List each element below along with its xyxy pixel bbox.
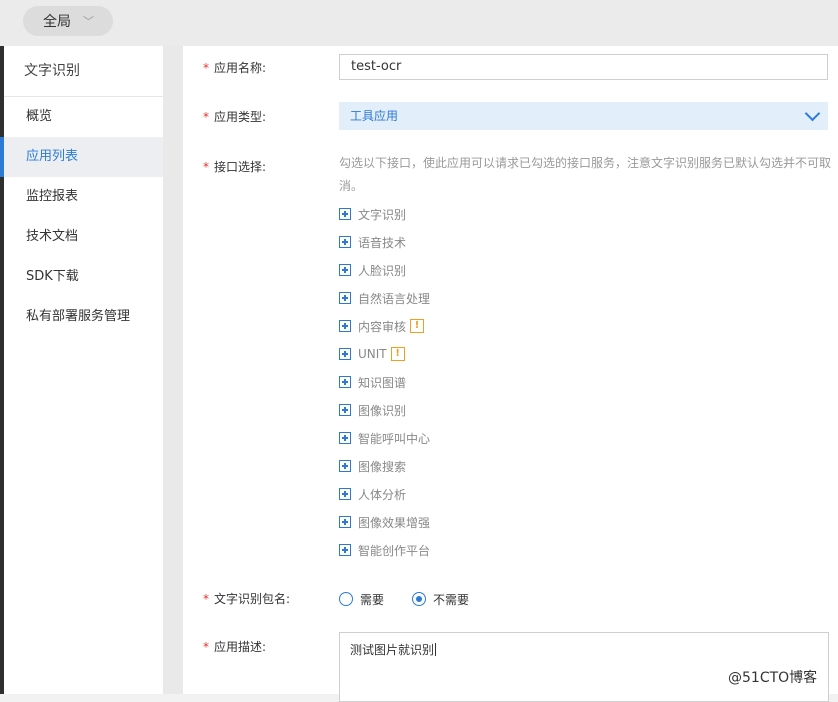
expand-plus-icon[interactable] <box>339 432 351 444</box>
top-bar: 全局 ﹀ <box>0 0 838 46</box>
text-caret <box>435 643 437 656</box>
api-item[interactable]: 图像识别 <box>339 402 406 418</box>
api-item[interactable]: 图像效果增强 <box>339 514 430 530</box>
api-item[interactable]: UNIT! <box>339 346 405 362</box>
required-mark: * <box>203 110 209 124</box>
description-value: 测试图片就识别 <box>350 643 435 657</box>
app-type-select[interactable]: 工具应用 <box>339 102 828 130</box>
app-type-value: 工具应用 <box>350 109 399 123</box>
expand-plus-icon[interactable] <box>339 348 351 360</box>
expand-plus-icon[interactable] <box>339 292 351 304</box>
sidebar-item-private-deploy[interactable]: 私有部署服务管理 <box>4 297 163 337</box>
required-mark: * <box>203 592 209 606</box>
radio-icon[interactable] <box>339 592 353 606</box>
sidebar-item-monitor[interactable]: 监控报表 <box>4 177 163 217</box>
api-select-hint: 勾选以下接口，使此应用可以请求已勾选的接口服务，注意文字识别服务已默认勾选并不可… <box>339 156 832 193</box>
chevron-down-icon: ﹀ <box>83 15 94 28</box>
warning-icon: ! <box>390 347 405 361</box>
watermark: @51CTO博客 <box>728 670 818 686</box>
scope-label: 全局 <box>43 14 71 30</box>
radio-checked-icon[interactable] <box>412 592 426 606</box>
required-mark: * <box>203 61 209 75</box>
sidebar-item-overview[interactable]: 概览 <box>4 97 163 137</box>
api-item[interactable]: 内容审核! <box>339 318 425 334</box>
expand-plus-icon[interactable] <box>339 460 351 472</box>
expand-plus-icon[interactable] <box>339 516 351 528</box>
sidebar-item-sdk[interactable]: SDK下载 <box>4 257 163 297</box>
api-item[interactable]: 智能创作平台 <box>339 542 430 558</box>
description-label: * 应用描述: <box>203 640 267 654</box>
app-name-label: * 应用名称: <box>203 61 267 75</box>
app-type-label: * 应用类型: <box>203 110 267 124</box>
expand-plus-icon[interactable] <box>339 376 351 388</box>
api-item[interactable]: 知识图谱 <box>339 374 406 390</box>
api-item[interactable]: 图像搜索 <box>339 458 406 474</box>
expand-plus-icon[interactable] <box>339 208 351 220</box>
app-form: * 应用名称: test-ocr * 应用类型: 工具应用 * 接口选择: 勾选以下接… <box>183 46 838 702</box>
required-mark: * <box>203 640 209 654</box>
app-name-input[interactable]: test-ocr <box>339 54 828 80</box>
expand-plus-icon[interactable] <box>339 320 351 332</box>
expand-plus-icon[interactable] <box>339 404 351 416</box>
expand-plus-icon[interactable] <box>339 488 351 500</box>
radio-need[interactable]: 需要 <box>339 590 384 608</box>
sidebar-item-app-list[interactable]: 应用列表 <box>0 137 163 177</box>
api-item[interactable]: 人体分析 <box>339 486 406 502</box>
expand-plus-icon[interactable] <box>339 544 351 556</box>
expand-plus-icon[interactable] <box>339 264 351 276</box>
package-name-label: * 文字识别包名: <box>203 592 291 606</box>
api-select-label: * 接口选择: <box>203 160 267 174</box>
api-item[interactable]: 人脸识别 <box>339 262 406 278</box>
sidebar-title: 文字识别 <box>4 46 163 97</box>
sidebar-item-docs[interactable]: 技术文档 <box>4 217 163 257</box>
radio-no-need[interactable]: 不需要 <box>412 590 469 608</box>
warning-icon: ! <box>410 319 425 333</box>
api-item[interactable]: 语音技术 <box>339 234 406 250</box>
content-gutter <box>163 46 183 694</box>
api-item[interactable]: 智能呼叫中心 <box>339 430 430 446</box>
api-item[interactable]: 自然语言处理 <box>339 290 430 306</box>
api-item[interactable]: 文字识别 <box>339 206 406 222</box>
chevron-down-icon <box>804 105 821 122</box>
scope-selector[interactable]: 全局 ﹀ <box>23 6 113 36</box>
required-mark: * <box>203 160 209 174</box>
expand-plus-icon[interactable] <box>339 236 351 248</box>
sidebar: 文字识别 概览 应用列表 监控报表 技术文档 SDK下载 私有部署服务管理 <box>0 46 163 694</box>
